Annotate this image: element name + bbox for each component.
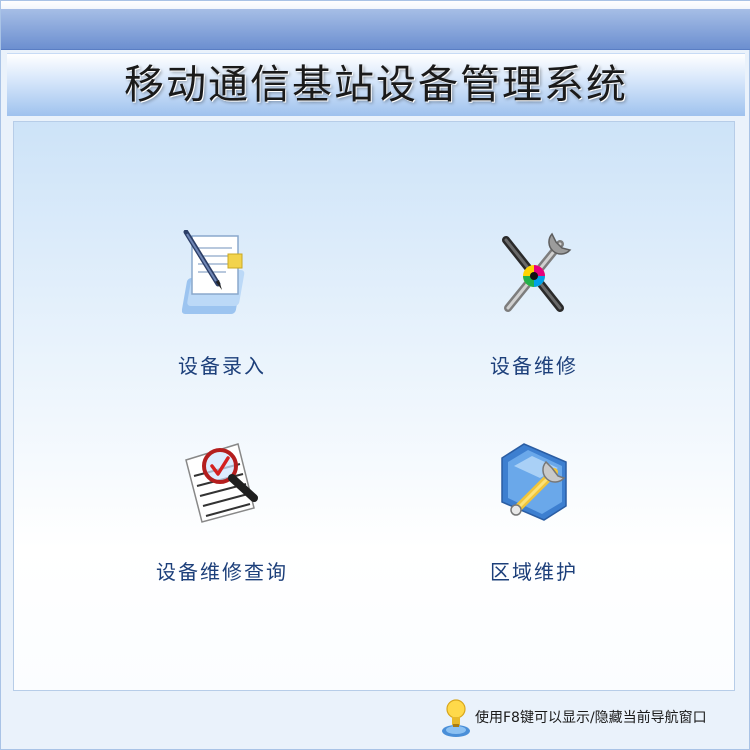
status-hint: 使用F8键可以显示/隐藏当前导航窗口 <box>475 710 707 726</box>
page-title: 移动通信基站设备管理系统 <box>124 62 628 108</box>
title-banner: 移动通信基站设备管理系统 <box>7 53 745 116</box>
document-pen-icon <box>182 230 245 314</box>
status-bar: 使用F8键可以显示/隐藏当前导航窗口 <box>13 697 735 741</box>
window-top-strip <box>1 1 750 9</box>
folder-wrench-icon <box>501 443 567 521</box>
nav-item-label: 设备维修查询 <box>156 560 288 584</box>
nav-item-equipment-repair[interactable]: 设备维修 <box>434 230 634 400</box>
nav-item-label: 区域维护 <box>490 560 578 584</box>
nav-item-repair-query[interactable]: 设备维修查询 <box>122 436 322 606</box>
wrench-screwdriver-icon <box>502 232 572 312</box>
top-bar <box>1 9 750 50</box>
navigation-panel: 设备录入 设备维修 设备维修查询 区域维护 <box>13 121 735 691</box>
lightbulb-user-icon <box>442 699 470 737</box>
app-window: 移动通信基站设备管理系统 设备录入 设备维修 设备维修查询 区域维护 使用F8键… <box>0 0 750 750</box>
nav-item-area-maintenance[interactable]: 区域维护 <box>434 436 634 606</box>
nav-item-label: 设备维修 <box>490 354 578 378</box>
magnifier-checklist-icon <box>185 443 258 523</box>
nav-item-equipment-entry[interactable]: 设备录入 <box>122 230 322 400</box>
nav-item-label: 设备录入 <box>178 354 266 378</box>
